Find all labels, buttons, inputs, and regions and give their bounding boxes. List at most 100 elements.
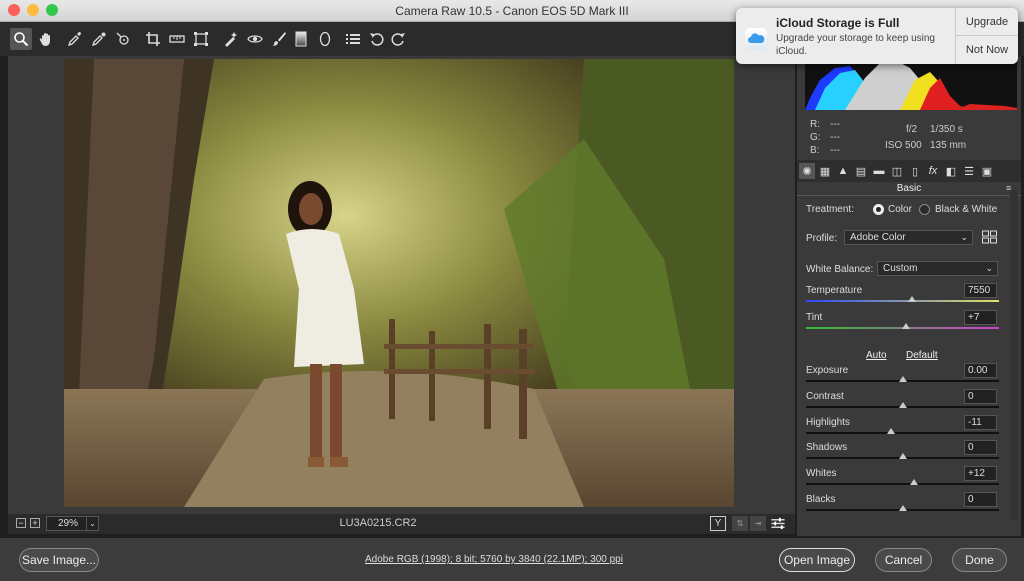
slider-value-field[interactable]: -11 (964, 415, 997, 430)
cancel-button[interactable]: Cancel (875, 548, 932, 572)
slider-label: Highlights (806, 417, 850, 428)
iso-value: ISO 500 (885, 140, 922, 151)
tab-lens[interactable]: ◫ (889, 163, 905, 179)
tab-transform[interactable]: ▯ (907, 163, 923, 179)
graduated-filter-icon (295, 31, 307, 47)
adjustment-brush-tool[interactable] (268, 28, 290, 50)
zoom-in-button[interactable]: + (30, 518, 40, 528)
transform-tool[interactable] (190, 28, 212, 50)
slider-label: Shadows (806, 442, 848, 453)
section-title: Basic (896, 183, 922, 194)
slider-thumb[interactable] (886, 428, 895, 434)
default-button[interactable]: Default (906, 350, 938, 361)
open-image-button[interactable]: Open Image (779, 548, 855, 572)
slider-thumb[interactable] (898, 505, 907, 511)
workflow-options-link[interactable]: Adobe RGB (1998); 8 bit; 5760 by 3840 (2… (365, 554, 623, 565)
black-white-radio[interactable] (919, 204, 930, 215)
straighten-tool[interactable] (166, 28, 188, 50)
slider-thumb[interactable] (898, 453, 907, 459)
rotate-right-button[interactable] (387, 28, 409, 50)
tab-hsl[interactable]: ▤ (853, 163, 869, 179)
r-value: --- (830, 119, 840, 130)
zoom-tool[interactable] (10, 28, 32, 50)
auto-button[interactable]: Auto (866, 350, 887, 361)
tab-split-toning[interactable]: ▬ (871, 163, 887, 179)
slider-value-field[interactable]: 0.00 (964, 363, 997, 378)
slider-track[interactable] (806, 432, 999, 434)
slider-thumb[interactable] (902, 323, 911, 329)
slider-thumb[interactable] (898, 402, 907, 408)
eye-icon (247, 35, 263, 43)
hand-icon (39, 33, 50, 46)
slider-thumb[interactable] (898, 376, 907, 382)
radial-filter-tool[interactable] (314, 28, 336, 50)
grid-view-icon (982, 230, 997, 244)
not-now-button[interactable]: Not Now (955, 36, 1018, 64)
done-button[interactable]: Done (952, 548, 1007, 572)
graduated-filter-tool[interactable] (290, 28, 312, 50)
slider-value-field[interactable]: +12 (964, 466, 997, 481)
color-radio-label: Color (888, 204, 912, 215)
slider-thumb[interactable] (908, 296, 917, 302)
notification-body: Upgrade your storage to keep using iClou… (776, 33, 935, 57)
slider-value-field[interactable]: 0 (964, 389, 997, 404)
photo-preview[interactable] (64, 59, 734, 507)
window-controls (8, 4, 58, 16)
presets-icon: ☰ (964, 165, 974, 178)
panel-scrollbar[interactable] (1010, 190, 1018, 520)
copy-settings-button[interactable]: ⇥ (750, 516, 766, 531)
rotate-left-icon (370, 33, 384, 46)
crop-tool[interactable] (142, 28, 164, 50)
divider (797, 195, 1021, 196)
slider-value-field[interactable]: 0 (964, 492, 997, 507)
spot-removal-tool[interactable] (220, 28, 242, 50)
upgrade-button[interactable]: Upgrade (955, 8, 1018, 36)
slider-value-field[interactable]: 0 (964, 440, 997, 455)
slider-label: Temperature (806, 285, 863, 296)
zoom-dropdown-button[interactable]: ⌄ (86, 516, 99, 531)
slider-track[interactable] (806, 300, 999, 302)
color-sampler-tool[interactable] (88, 28, 110, 50)
slider-value-field[interactable]: +7 (964, 310, 997, 325)
tab-basic[interactable]: ✺ (799, 163, 815, 179)
swap-before-after-button[interactable]: ⇅ (732, 516, 748, 531)
tab-effects[interactable]: fx (925, 163, 941, 179)
zoom-level-field[interactable]: 29% (46, 516, 90, 531)
slider-thumb[interactable] (910, 479, 919, 485)
zoom-out-button[interactable]: − (16, 518, 26, 528)
rotate-left-button[interactable] (366, 28, 388, 50)
panel-tabs: ✺ ▦ ▲ ▤ ▬ ◫ ▯ fx ◧ ☰ ▣ (797, 160, 1021, 182)
minimize-window-button[interactable] (27, 4, 39, 16)
profile-value: Adobe Color (850, 232, 906, 243)
profile-select[interactable]: Adobe Color ⌄ (844, 230, 973, 245)
targeted-adjustment-tool[interactable] (112, 28, 134, 50)
level-icon (169, 35, 185, 43)
zoom-window-button[interactable] (46, 4, 58, 16)
grid-icon: ▦ (819, 165, 831, 178)
chevron-down-icon: ⌄ (89, 519, 96, 528)
tab-calibration[interactable]: ◧ (943, 163, 959, 179)
before-after-toggle-button[interactable]: Y (710, 516, 726, 531)
shutter-value: 1/350 s (930, 124, 963, 135)
tab-presets[interactable]: ☰ (961, 163, 977, 179)
black-white-radio-label: Black & White (935, 204, 998, 215)
color-radio[interactable] (873, 204, 884, 215)
histogram (805, 58, 1017, 110)
g-value: --- (830, 132, 840, 143)
tab-detail[interactable]: ▲ (835, 163, 851, 179)
preview-preferences-button[interactable] (770, 516, 786, 531)
close-window-button[interactable] (8, 4, 20, 16)
white-balance-select[interactable]: Custom ⌄ (877, 261, 998, 276)
fx-icon: fx (928, 165, 938, 177)
white-balance-tool[interactable] (64, 28, 86, 50)
profile-browser-button[interactable] (981, 229, 998, 245)
red-eye-tool[interactable] (244, 28, 266, 50)
slider-value-field[interactable]: 7550 (964, 283, 997, 298)
save-image-button[interactable]: Save Image... (19, 548, 99, 572)
slider-track[interactable] (806, 483, 999, 485)
hand-tool[interactable] (35, 28, 57, 50)
tab-tone-curve[interactable]: ▦ (817, 163, 833, 179)
histogram-graph (805, 60, 1017, 110)
tab-snapshots[interactable]: ▣ (979, 163, 995, 179)
preferences-tool[interactable] (342, 28, 364, 50)
